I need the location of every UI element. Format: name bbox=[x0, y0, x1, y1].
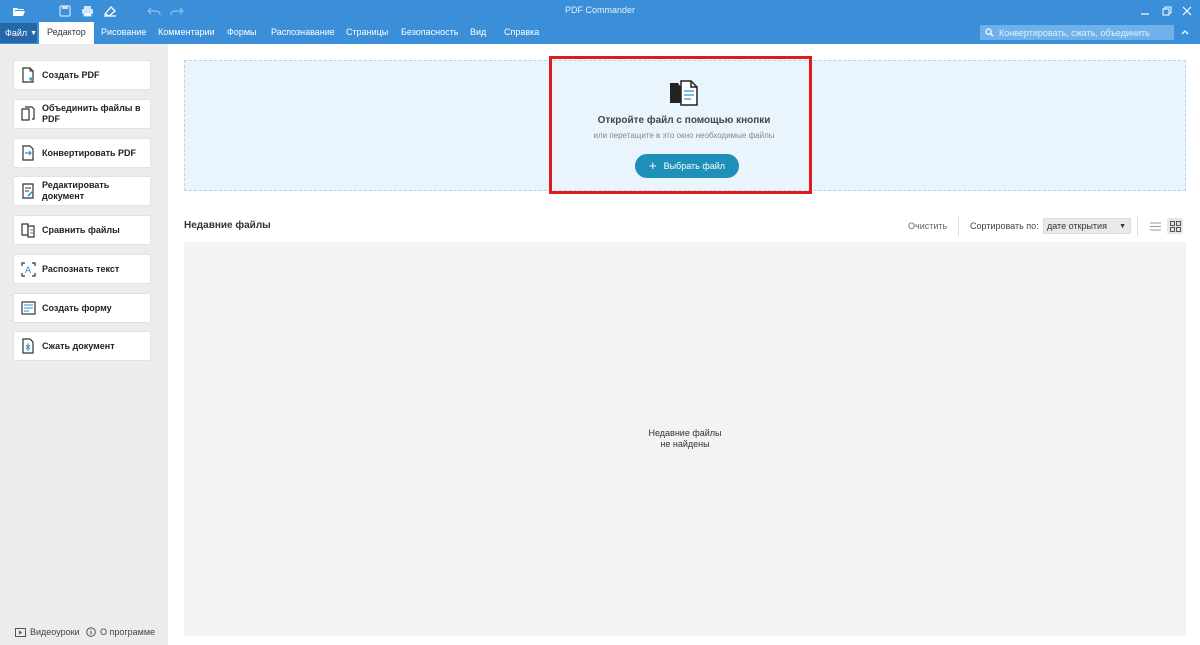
tab-drawing[interactable]: Рисование bbox=[101, 27, 146, 37]
sidebar-item-edit-document[interactable]: Редактировать документ bbox=[13, 176, 151, 206]
sidebar: Создать PDF Объединить файлы в PDF Конве… bbox=[0, 44, 168, 645]
file-menu-label: Файл bbox=[5, 28, 28, 38]
tab-security[interactable]: Безопасность bbox=[401, 27, 458, 37]
tab-comments[interactable]: Комментарии bbox=[158, 27, 215, 37]
sidebar-item-ocr[interactable]: A Распознать текст bbox=[13, 254, 151, 284]
choose-file-label: Выбрать файл bbox=[663, 161, 726, 171]
sort-label: Сортировать по: bbox=[970, 221, 1039, 231]
ocr-icon: A bbox=[20, 260, 36, 278]
about-link[interactable]: О программе bbox=[86, 627, 155, 637]
video-icon bbox=[15, 627, 26, 637]
divider bbox=[1137, 216, 1138, 236]
tab-view[interactable]: Вид bbox=[470, 27, 486, 37]
tab-help[interactable]: Справка bbox=[504, 27, 539, 37]
video-tutorials-link[interactable]: Видеоуроки bbox=[15, 627, 80, 637]
file-menu-button[interactable]: Файл ▼ bbox=[0, 23, 37, 43]
chevron-down-icon: ▼ bbox=[30, 29, 38, 37]
open-file-icon bbox=[668, 75, 700, 110]
sidebar-item-label: Создать PDF bbox=[42, 69, 100, 80]
compress-document-icon bbox=[20, 337, 36, 355]
sidebar-item-merge-files[interactable]: Объединить файлы в PDF bbox=[13, 99, 151, 129]
empty-state-line1: Недавние файлы bbox=[648, 428, 722, 438]
merge-files-icon bbox=[20, 105, 36, 123]
create-pdf-icon bbox=[20, 66, 36, 84]
window-title: PDF Commander bbox=[564, 5, 636, 15]
minimize-icon[interactable] bbox=[1138, 4, 1152, 18]
plus-icon: + bbox=[648, 158, 657, 173]
empty-state-line2: не найдены bbox=[660, 439, 710, 449]
info-icon bbox=[86, 627, 96, 637]
chevron-down-icon: ▼ bbox=[1119, 223, 1126, 230]
close-icon[interactable] bbox=[1180, 4, 1194, 18]
sidebar-item-create-form[interactable]: Создать форму bbox=[13, 293, 151, 323]
main-area: Откройте файл с помощью кнопки или перет… bbox=[168, 44, 1200, 645]
video-tutorials-label: Видеоуроки bbox=[30, 627, 80, 637]
sidebar-item-label: Создать форму bbox=[42, 302, 112, 313]
sidebar-item-create-pdf[interactable]: Создать PDF bbox=[13, 60, 151, 90]
list-view-icon[interactable] bbox=[1147, 218, 1163, 234]
compare-files-icon bbox=[20, 221, 36, 239]
tab-editor[interactable]: Редактор bbox=[39, 22, 94, 44]
sidebar-item-label: Сжать документ bbox=[42, 340, 115, 351]
sidebar-item-label: Объединить файлы в PDF bbox=[42, 103, 141, 124]
collapse-ribbon-icon[interactable] bbox=[1180, 27, 1192, 39]
sidebar-item-label: Конвертировать PDF bbox=[42, 147, 137, 158]
search-box[interactable]: Конвертировать, сжать, объединить bbox=[980, 25, 1174, 40]
recent-files-title: Недавние файлы bbox=[184, 220, 271, 231]
clear-button[interactable]: Очистить bbox=[908, 221, 947, 231]
drop-zone-title: Откройте файл с помощью кнопки bbox=[597, 115, 771, 126]
tab-forms[interactable]: Формы bbox=[227, 27, 257, 37]
svg-text:A: A bbox=[25, 266, 32, 276]
convert-pdf-icon bbox=[20, 144, 36, 162]
choose-file-button[interactable]: + Выбрать файл bbox=[635, 154, 739, 178]
search-icon bbox=[985, 26, 994, 40]
sidebar-item-label: Редактировать документ bbox=[42, 180, 110, 201]
create-form-icon bbox=[20, 299, 36, 317]
sidebar-item-label: Распознать текст bbox=[42, 263, 120, 274]
divider bbox=[958, 216, 959, 236]
sort-dropdown[interactable]: дате открытия ▼ bbox=[1043, 218, 1131, 234]
sidebar-item-convert-pdf[interactable]: Конвертировать PDF bbox=[13, 138, 151, 168]
restore-icon[interactable] bbox=[1160, 4, 1174, 18]
about-label: О программе bbox=[100, 627, 156, 637]
sidebar-item-compress-document[interactable]: Сжать документ bbox=[13, 331, 151, 361]
sort-value: дате открытия bbox=[1047, 221, 1107, 231]
search-input[interactable]: Конвертировать, сжать, объединить bbox=[999, 28, 1150, 38]
recent-files-list: Недавние файлы не найдены bbox=[184, 242, 1186, 636]
sidebar-item-label: Сравнить файлы bbox=[42, 224, 120, 235]
grid-view-icon[interactable] bbox=[1167, 218, 1183, 234]
drop-zone-subtitle: или перетащите в это окно необходимые фа… bbox=[593, 131, 775, 140]
tab-recognition[interactable]: Распознавание bbox=[271, 27, 335, 37]
empty-state-message: Недавние файлы не найдены bbox=[184, 428, 1186, 450]
menu-bar: Файл ▼ Редактор Рисование Комментарии Фо… bbox=[0, 22, 1200, 44]
title-bar: PDF Commander bbox=[0, 0, 1200, 22]
edit-document-icon bbox=[20, 182, 36, 200]
sidebar-item-compare-files[interactable]: Сравнить файлы bbox=[13, 215, 151, 245]
tab-pages[interactable]: Страницы bbox=[346, 27, 388, 37]
